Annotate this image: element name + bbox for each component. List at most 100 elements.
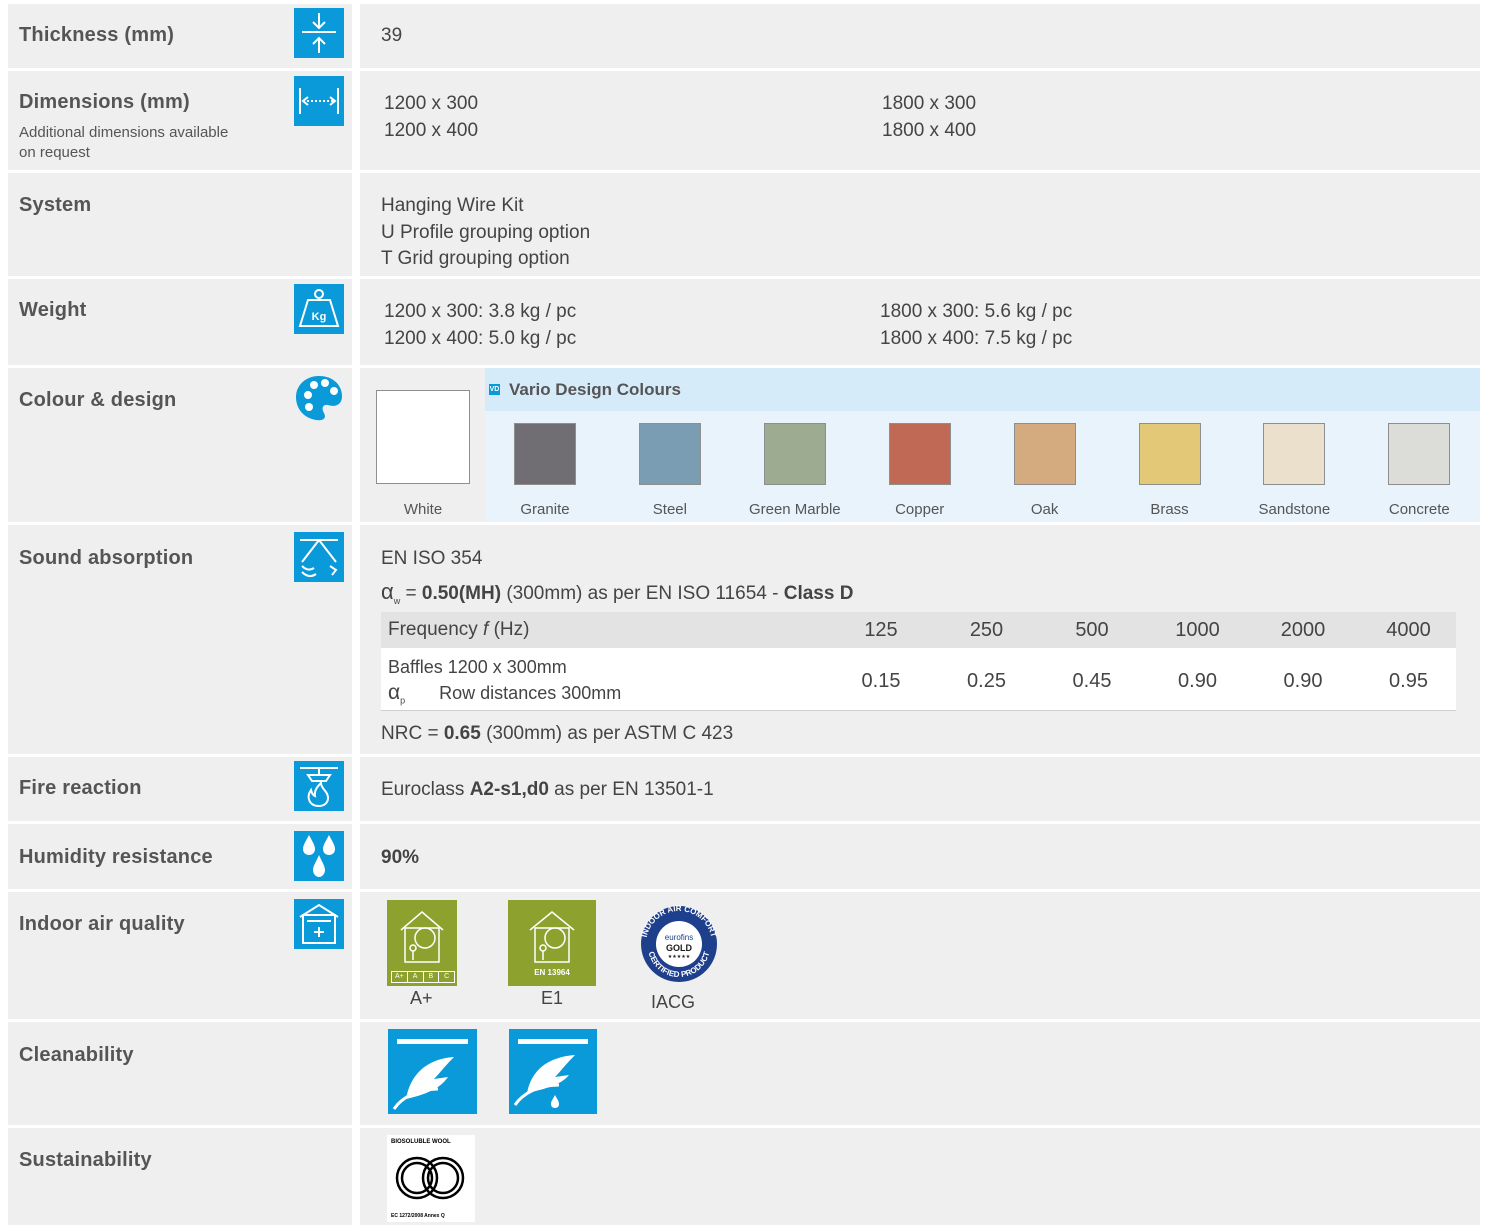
frequency-header-cell: 250 <box>969 619 1004 641</box>
e1-badge: EN 13964 <box>508 900 596 986</box>
swatch-steel <box>638 423 701 485</box>
value-cell: Hanging Wire Kit U Profile grouping opti… <box>360 173 1480 276</box>
swatch-label: Green Marble <box>748 501 841 518</box>
label-cell: Thickness (mm) <box>8 4 352 68</box>
dimension-item: 1200 x 400 <box>384 120 479 141</box>
frequency-header-cell: 4000 <box>1386 619 1431 641</box>
swatch-sandstone <box>1263 423 1326 485</box>
weight-item: 1800 x 300: 5.6 kg / pc <box>880 301 1073 322</box>
label-cell: Dimensions (mm) Additional dimensions av… <box>8 71 352 170</box>
weight-item: 1200 x 400: 5.0 kg / pc <box>384 328 577 349</box>
swatch-concrete <box>1388 423 1451 485</box>
system-item: T Grid grouping option <box>381 248 570 269</box>
e1-label: E1 <box>541 988 564 1008</box>
swatch-granite <box>514 423 576 485</box>
thickness-label: Thickness (mm) <box>19 24 175 46</box>
svg-text:★★★★★: ★★★★★ <box>668 954 691 960</box>
swatch-brass <box>1138 423 1201 485</box>
sustain-row: Sustainability BIOSOLUBLE WOOL EC 1272/2… <box>8 1128 1480 1225</box>
fire-reaction-icon <box>294 761 344 811</box>
dimensions-icon <box>294 76 344 126</box>
frequency-header-cell: 1000 <box>1175 619 1220 641</box>
swatch-label: Sandstone <box>1258 501 1331 518</box>
system-item: U Profile grouping option <box>381 222 591 243</box>
biosoluble-wool-badge: BIOSOLUBLE WOOL EC 1272/2008 Annex Q <box>387 1135 475 1222</box>
value-cell <box>360 1022 1480 1125</box>
swatch-label: White <box>403 501 443 518</box>
svg-text:GOLD: GOLD <box>666 943 692 953</box>
weight-item: 1200 x 300: 3.8 kg / pc <box>384 301 577 322</box>
colour-label: Colour & design <box>19 389 177 411</box>
swatch-label: Granite <box>520 501 570 518</box>
a-plus-badge: A+ A B C <box>387 900 457 986</box>
badge-bottom-text: EC 1272/2008 Annex Q <box>391 1213 445 1219</box>
value-cell: 1200 x 300: 3.8 kg / pc 1200 x 400: 5.0 … <box>360 279 1480 365</box>
swatch-white <box>376 390 470 484</box>
svg-text:Kg: Kg <box>312 311 327 323</box>
dimension-item: 1800 x 300 <box>882 93 977 114</box>
weight-kg-icon: Kg <box>294 284 344 334</box>
e1-standard: EN 13964 <box>534 968 570 977</box>
vario-header: VD Vario Design Colours <box>485 368 1480 411</box>
value-cell: 1200 x 300 1200 x 400 1800 x 300 1800 x … <box>360 71 1480 170</box>
frequency-header-cell: 2000 <box>1280 619 1326 641</box>
wet-cleaning-icon <box>509 1029 597 1114</box>
label-cell: System <box>8 173 352 276</box>
swatch-label: Copper <box>895 501 945 518</box>
fire-value: Euroclass A2-s1,d0 as per EN 13501-1 <box>381 779 714 800</box>
label-cell: Cleanability <box>8 1022 352 1125</box>
swatch-copper <box>888 423 951 485</box>
dimensions-row: Dimensions (mm) Additional dimensions av… <box>8 71 1480 170</box>
row-line1: Baffles 1200 x 300mm <box>388 657 567 677</box>
value-cell: A+ A B C A+ EN 13964 E1 INDOOR AIR COMFO… <box>360 892 1480 1019</box>
frequency-label: Frequency f (Hz) <box>388 619 530 640</box>
vario-title: Vario Design Colours <box>509 380 681 399</box>
swatch-green-marble <box>763 423 826 485</box>
indoor-label: Indoor air quality <box>19 913 185 935</box>
frequency-header-cell: 125 <box>864 619 898 641</box>
iacg-badge: INDOOR AIR COMFORT CERTIFIED PRODUCT eur… <box>640 904 718 982</box>
absorption-value-cell: 0.90 <box>1283 670 1323 692</box>
absorption-value-cell: 0.45 <box>1072 670 1112 692</box>
absorption-value-cell: 0.90 <box>1178 670 1217 692</box>
value-cell: Euroclass A2-s1,d0 as per EN 13501-1 <box>360 757 1480 821</box>
label-cell: Weight Kg <box>8 279 352 365</box>
absorption-value-cell: 0.25 <box>967 670 1006 692</box>
value-cell: EN ISO 354 αw = 0.50(MH) (300mm) as per … <box>360 525 1480 754</box>
dimension-item: 1800 x 400 <box>882 120 977 141</box>
dust-cleaning-icon <box>388 1029 477 1114</box>
sound-row: Sound absorption EN ISO 354 αw = 0.50(MH… <box>8 525 1480 754</box>
value-cell: BIOSOLUBLE WOOL EC 1272/2008 Annex Q <box>360 1128 1480 1225</box>
fire-row: Fire reaction Euroclass A2-s1,d0 as per … <box>8 757 1480 821</box>
label-cell: Fire reaction <box>8 757 352 821</box>
label-cell: Indoor air quality <box>8 892 352 1019</box>
system-label: System <box>19 194 92 216</box>
indoor-row: Indoor air quality A+ A B C A+ EN 13964 … <box>8 892 1480 1019</box>
colour-row: Colour & design VD Vario Design Colours … <box>8 368 1480 522</box>
sound-absorption-icon <box>294 532 344 582</box>
humidity-row: Humidity resistance 90% <box>8 824 1480 889</box>
palette-icon <box>294 373 344 423</box>
weight-row: Weight Kg 1200 x 300: 3.8 kg / pc 1200 x… <box>8 279 1480 365</box>
sound-standard: EN ISO 354 <box>381 548 483 569</box>
a-plus-label: A+ <box>410 988 433 1008</box>
system-item: Hanging Wire Kit <box>381 195 524 216</box>
weight-label: Weight <box>19 299 87 321</box>
sound-label: Sound absorption <box>19 547 194 569</box>
label-cell: Humidity resistance <box>8 824 352 889</box>
weight-item: 1800 x 400: 7.5 kg / pc <box>880 328 1073 349</box>
voc-scale: A+ A B C <box>391 971 455 983</box>
nrc-line: NRC = 0.65 (300mm) as per ASTM C 423 <box>381 723 734 744</box>
absorption-value-cell: 0.95 <box>1389 670 1428 692</box>
value-cell: VD Vario Design Colours White Granite Stee… <box>360 368 1480 522</box>
humidity-value: 90% <box>381 847 420 868</box>
biosoluble-loop-icon <box>395 1156 465 1200</box>
swatch-label: Oak <box>1030 501 1059 518</box>
frequency-header-cell: 500 <box>1075 619 1109 641</box>
swatch-label: Steel <box>652 501 687 518</box>
thickness-value: 39 <box>381 25 403 46</box>
clean-label: Cleanability <box>19 1044 134 1066</box>
value-cell: 39 <box>360 4 1480 68</box>
value-cell: 90% <box>360 824 1480 889</box>
humidity-drops-icon <box>294 831 344 881</box>
